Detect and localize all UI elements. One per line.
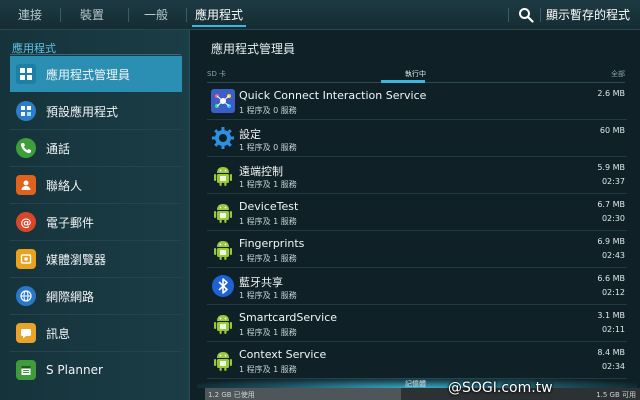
bluetooth-icon	[212, 275, 234, 297]
app-row[interactable]: 遠端控制 1 程序及 1 服務 5.9 MB 02:37	[207, 157, 627, 194]
calendar-icon	[16, 360, 36, 380]
app-runtime: 02:43	[601, 251, 625, 260]
app-name: Quick Connect Interaction Service	[239, 89, 427, 102]
storage-used-label: 1.2 GB 已使用	[208, 391, 255, 399]
sidebar-item-label: 通話	[46, 141, 71, 156]
sidebar-item-label: 媒體瀏覽器	[46, 252, 107, 267]
app-process-info: 1 程序及 1 服務	[239, 365, 297, 374]
email-icon: @	[16, 212, 36, 232]
show-cached-processes-button[interactable]: 顯示暫存的程式	[546, 0, 630, 30]
android-icon	[214, 241, 232, 260]
app-size: 5.9 MB	[597, 163, 625, 172]
sidebar-item-default-apps[interactable]: 預設應用程式	[10, 93, 182, 129]
app-runtime: 02:11	[601, 325, 625, 334]
watermark: @SOGI.com.tw	[448, 380, 553, 396]
globe-icon	[16, 286, 36, 306]
sidebar-item-call[interactable]: 通話	[10, 130, 182, 166]
app-runtime: 02:30	[601, 214, 625, 223]
sidebar-item-label: 電子郵件	[46, 215, 95, 230]
app-size: 6.9 MB	[597, 237, 625, 246]
app-name: Context Service	[239, 348, 327, 361]
sidebar-item-label: 網際網路	[46, 289, 95, 304]
app-name: 遠端控制	[239, 165, 283, 178]
app-size: 60 MB	[599, 126, 625, 135]
segment-sd-card[interactable]: SD 卡	[207, 69, 226, 79]
app-name: DeviceTest	[239, 200, 299, 213]
tab-divider	[128, 8, 129, 22]
app-process-info: 1 程序及 0 服務	[239, 143, 297, 152]
tab-applications[interactable]: 應用程式	[188, 0, 250, 30]
tab-divider	[540, 8, 541, 22]
sidebar-item-label: 預設應用程式	[46, 104, 119, 119]
sidebar-item-s-planner[interactable]: S Planner	[10, 352, 182, 388]
app-process-info: 1 程序及 1 服務	[239, 217, 297, 226]
tab-general[interactable]: 一般	[132, 0, 180, 30]
sidebar-item-application-manager[interactable]: 應用程式管理員	[10, 56, 182, 92]
sidebar-header-divider	[10, 54, 181, 55]
default-apps-icon	[16, 101, 36, 121]
app-process-info: 1 程序及 1 服務	[239, 291, 297, 300]
app-row[interactable]: DeviceTest 1 程序及 1 服務 6.7 MB 02:30	[207, 194, 627, 231]
app-row[interactable]: Fingerprints 1 程序及 1 服務 6.9 MB 02:43	[207, 231, 627, 268]
app-size: 6.6 MB	[597, 274, 625, 283]
sidebar-item-internet[interactable]: 網際網路	[10, 278, 182, 314]
sidebar-item-email[interactable]: @ 電子郵件	[10, 204, 182, 240]
app-row[interactable]: Quick Connect Interaction Service 1 程序及 …	[207, 83, 627, 120]
tab-divider	[508, 8, 509, 22]
segment-all[interactable]: 全部	[611, 69, 625, 79]
app-process-info: 1 程序及 0 服務	[239, 106, 297, 115]
app-process-info: 1 程序及 1 服務	[239, 254, 297, 263]
android-icon	[214, 167, 232, 186]
android-icon	[214, 315, 232, 334]
app-row[interactable]: 藍牙共享 1 程序及 1 服務 6.6 MB 02:12	[207, 268, 627, 305]
android-icon	[214, 352, 232, 371]
sidebar-item-label: 聯絡人	[46, 178, 83, 193]
android-icon	[214, 204, 232, 223]
app-size: 3.1 MB	[597, 311, 625, 320]
sidebar-item-label: 訊息	[46, 326, 71, 341]
app-name: SmartcardService	[239, 311, 338, 324]
tab-divider	[60, 8, 61, 22]
messages-icon	[16, 323, 36, 343]
phone-icon	[16, 138, 36, 158]
storage-free-label: 1.5 GB 可用	[596, 391, 636, 399]
sidebar-item-label: S Planner	[46, 363, 103, 377]
app-name: 藍牙共享	[239, 276, 283, 289]
grid-icon	[16, 64, 36, 84]
app-name: 設定	[239, 128, 261, 141]
tab-divider	[186, 8, 187, 22]
contacts-icon	[16, 175, 36, 195]
media-browser-icon	[16, 249, 36, 269]
settings-gear-icon	[212, 127, 234, 149]
tab-connections[interactable]: 連接	[6, 0, 54, 30]
app-runtime: 02:12	[601, 288, 625, 297]
sidebar-item-messages[interactable]: 訊息	[10, 315, 182, 351]
app-row[interactable]: 設定 1 程序及 0 服務 60 MB	[207, 120, 627, 157]
app-runtime: 02:37	[601, 177, 625, 186]
segment-running[interactable]: 執行中	[405, 69, 426, 79]
app-row[interactable]: Context Service 1 程序及 1 服務 8.4 MB 02:34	[207, 342, 627, 379]
app-size: 8.4 MB	[597, 348, 625, 357]
quick-connect-icon	[211, 89, 235, 113]
top-tab-bar: 連接 裝置 一般 應用程式 顯示暫存的程式	[0, 0, 640, 30]
sidebar-item-contacts[interactable]: 聯絡人	[10, 167, 182, 203]
app-row[interactable]: SmartcardService 1 程序及 1 服務 3.1 MB 02:11	[207, 305, 627, 342]
app-runtime: 02:34	[601, 362, 625, 371]
search-icon[interactable]	[518, 7, 534, 23]
app-process-info: 1 程序及 1 服務	[239, 328, 297, 337]
app-name: Fingerprints	[239, 237, 305, 250]
sidebar-item-media-browser[interactable]: 媒體瀏覽器	[10, 241, 182, 277]
sidebar: 應用程式 應用程式管理員 預設應用程式 通話 聯絡人 @ 電子郵件 媒體瀏覽器 …	[0, 30, 190, 400]
storage-title: 記憶體	[405, 380, 426, 388]
app-process-info: 1 程序及 1 服務	[239, 180, 297, 189]
app-size: 6.7 MB	[597, 200, 625, 209]
main-panel: 應用程式管理員 SD 卡 執行中 全部 Quick Connect Intera…	[191, 30, 640, 400]
tab-device[interactable]: 裝置	[68, 0, 116, 30]
page-title: 應用程式管理員	[211, 42, 296, 56]
sidebar-item-label: 應用程式管理員	[46, 67, 131, 82]
app-size: 2.6 MB	[597, 89, 625, 98]
